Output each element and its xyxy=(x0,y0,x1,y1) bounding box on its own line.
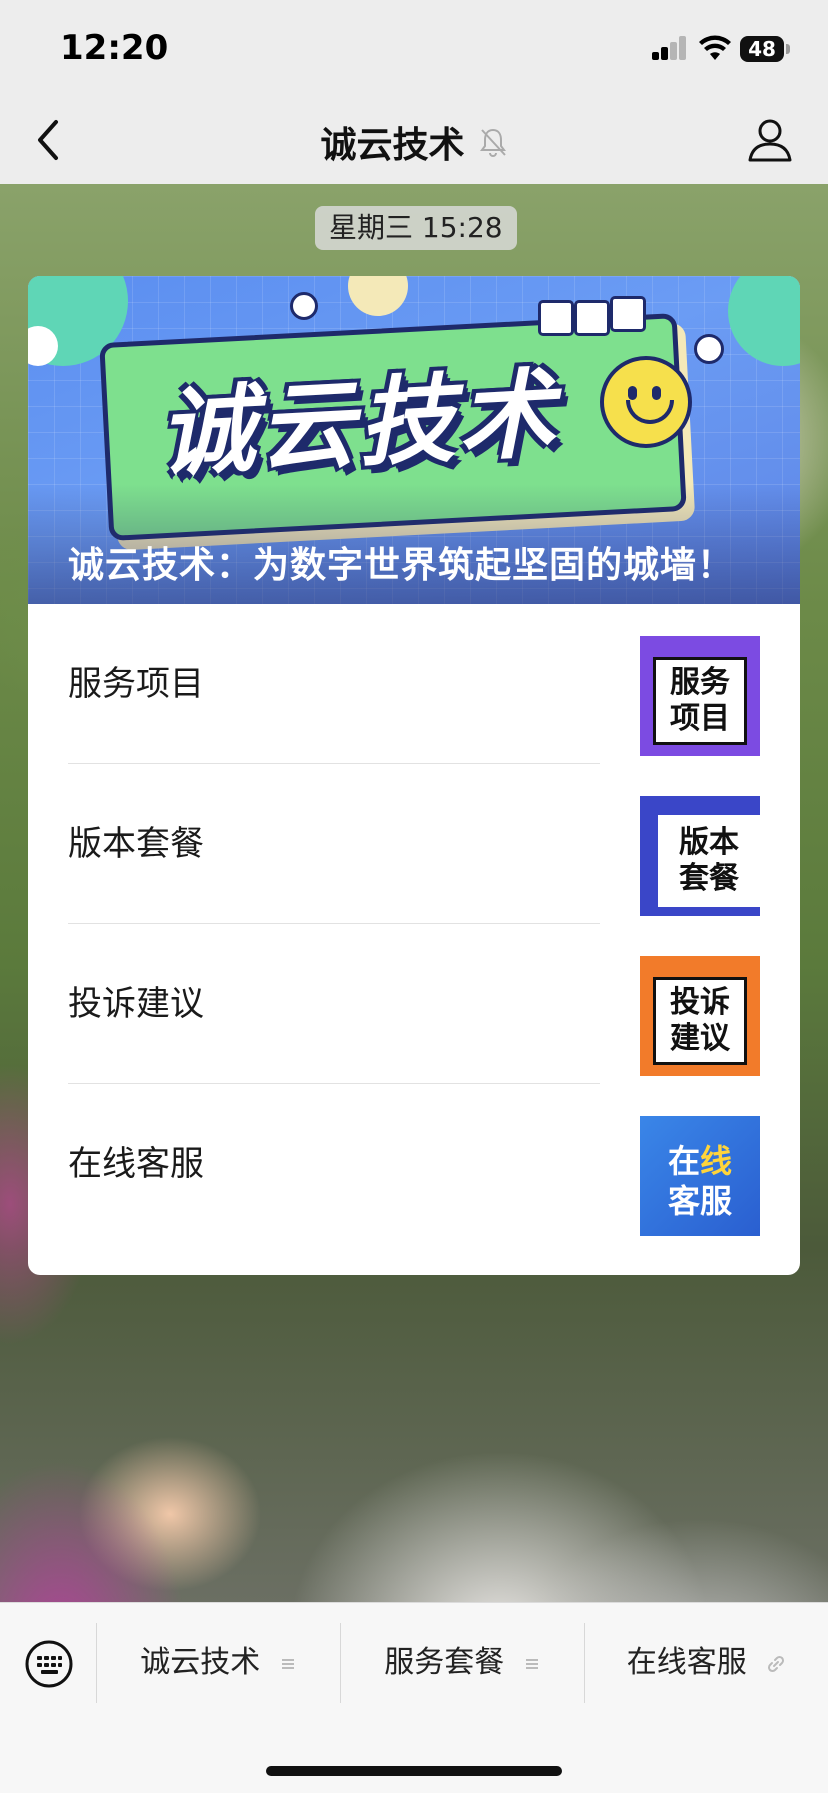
home-indicator[interactable] xyxy=(266,1766,562,1776)
banner-caption: 诚云技术：为数字世界筑起坚固的城墙！ xyxy=(68,545,735,586)
nav-title: 诚云技术 xyxy=(320,125,465,166)
status-time: 12:20 xyxy=(60,28,169,68)
thumbnail-text-line: 套餐 xyxy=(679,861,739,896)
feedback-thumbnail: 投诉 建议 xyxy=(640,956,760,1076)
banner-decor-dot xyxy=(290,292,318,320)
online-support-thumbnail: 在线 客服 xyxy=(640,1116,760,1236)
service-items-thumbnail: 服务 项目 xyxy=(640,636,760,756)
bottom-menu-label: 诚云技术 xyxy=(140,1645,261,1680)
article-item-label: 服务项目 xyxy=(68,664,204,704)
article-item-label: 在线客服 xyxy=(68,1144,204,1184)
window-minimize-icon xyxy=(538,300,574,336)
thumbnail-text-line: 建议 xyxy=(670,1021,730,1056)
profile-person-icon[interactable] xyxy=(744,114,796,166)
thumbnail-text-line: 在 xyxy=(667,1142,700,1180)
bottom-menu-item-packages[interactable]: 服务套餐 xyxy=(341,1623,583,1703)
thumbnail-text-line: 客服 xyxy=(667,1182,732,1220)
article-card[interactable]: 诚云技术 诚云技术：为数字世界筑起坚固的城墙！ 服务项目 服务 项目 版本套餐 版… xyxy=(28,276,800,1275)
article-item-feedback[interactable]: 投诉建议 投诉 建议 xyxy=(28,924,800,1084)
battery-level: 48 xyxy=(740,36,784,62)
menu-lines-icon xyxy=(525,1658,538,1669)
article-menu-list: 服务项目 服务 项目 版本套餐 版本 套餐 投诉建议 投诉 建议 在线客服 在线… xyxy=(28,604,800,1244)
thumbnail-text: 版本 套餐 xyxy=(658,815,760,907)
thumbnail-text-highlight: 线 xyxy=(700,1142,733,1180)
packages-thumbnail: 版本 套餐 xyxy=(640,796,760,916)
thumbnail-text: 服务 项目 xyxy=(653,657,747,745)
window-close-icon xyxy=(610,296,646,332)
thumbnail-text: 在线 客服 xyxy=(656,1140,744,1222)
smiley-face-icon xyxy=(600,356,692,448)
bottom-menu-item-online-support[interactable]: 在线客服 xyxy=(585,1623,828,1703)
link-icon xyxy=(768,1655,785,1672)
thumbnail-text-line: 投诉 xyxy=(670,985,730,1020)
wifi-icon xyxy=(699,35,731,60)
message-timestamp: 星期三 15:28 xyxy=(315,206,517,250)
banner-decor-dot xyxy=(694,334,724,364)
bottom-menu-label: 在线客服 xyxy=(626,1645,747,1680)
cellular-signal-icon xyxy=(652,36,688,60)
article-item-service[interactable]: 服务项目 服务 项目 xyxy=(28,604,800,764)
bottom-menu-bar: 诚云技术 服务套餐 在线客服 xyxy=(0,1602,828,1793)
thumbnail-text: 投诉 建议 xyxy=(653,977,747,1065)
menu-lines-icon xyxy=(281,1658,294,1669)
nav-title-wrap: 诚云技术 xyxy=(0,116,828,166)
battery-tip xyxy=(786,44,790,54)
mute-bell-icon xyxy=(479,128,506,157)
thumbnail-text-line: 服务 xyxy=(670,665,730,700)
article-item-packages[interactable]: 版本套餐 版本 套餐 xyxy=(28,764,800,924)
article-banner[interactable]: 诚云技术 诚云技术：为数字世界筑起坚固的城墙！ xyxy=(28,276,800,604)
status-bar: 12:20 48 xyxy=(0,0,828,96)
thumbnail-text-line: 项目 xyxy=(670,701,730,736)
thumbnail-text-line: 版本 xyxy=(679,825,739,860)
article-item-label: 投诉建议 xyxy=(68,984,204,1024)
keyboard-icon[interactable] xyxy=(24,1639,74,1689)
article-item-label: 版本套餐 xyxy=(68,824,204,864)
bottom-menu-item-chengyun[interactable]: 诚云技术 xyxy=(97,1623,339,1703)
bottom-menu-label: 服务套餐 xyxy=(384,1645,505,1680)
article-item-online-support[interactable]: 在线客服 在线 客服 xyxy=(28,1084,800,1244)
nav-bar: 诚云技术 xyxy=(0,96,828,184)
banner-logo: 诚云技术 xyxy=(155,357,562,491)
window-maximize-icon xyxy=(574,300,610,336)
